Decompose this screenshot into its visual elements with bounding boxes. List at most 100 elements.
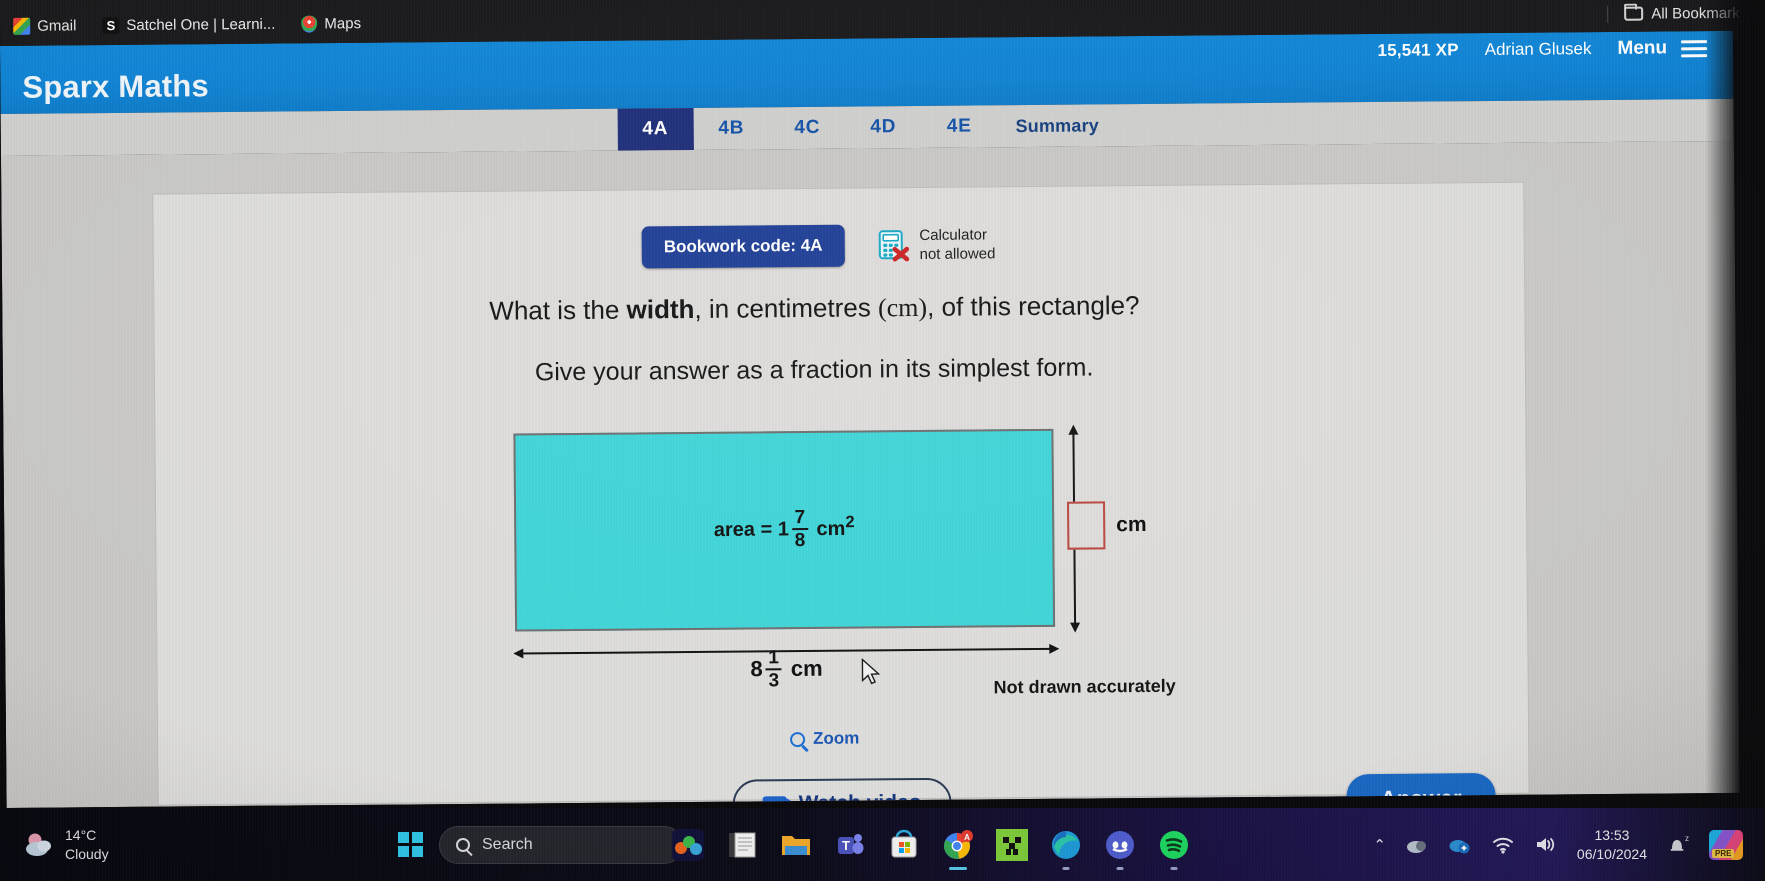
bookmark-label: Gmail xyxy=(37,17,77,35)
calculator-not-allowed-icon xyxy=(876,228,910,262)
windows-logo-icon[interactable] xyxy=(398,832,423,857)
watch-video-label: Watch video xyxy=(798,790,922,808)
calculator-notice: Calculator not allowed xyxy=(876,225,996,265)
microsoft-store-icon[interactable] xyxy=(888,829,920,861)
weather-temperature: 14°C xyxy=(65,826,97,843)
file-explorer-icon[interactable] xyxy=(780,829,812,861)
weather-widget[interactable]: 14°C Cloudy xyxy=(24,826,109,864)
area-fraction: 78 xyxy=(791,506,808,552)
zoom-label: Zoom xyxy=(812,728,860,748)
chevron-up-icon[interactable]: ⌃ xyxy=(1373,836,1386,854)
weather-condition: Cloudy xyxy=(65,845,109,862)
hamburger-icon[interactable] xyxy=(1681,39,1708,57)
cloud-icon xyxy=(24,832,54,858)
area-equals: = xyxy=(760,518,773,541)
onedrive-icon[interactable] xyxy=(1405,834,1429,855)
svg-text:T: T xyxy=(842,838,850,853)
tab-4c[interactable]: 4C xyxy=(769,107,845,150)
area-label: area = 178 cm2 xyxy=(516,507,1052,554)
folder-icon xyxy=(1624,6,1644,21)
bookmark-maps[interactable]: Maps xyxy=(288,13,374,35)
prompt-part-1: What is the xyxy=(489,294,627,326)
volume-icon[interactable] xyxy=(1534,834,1558,855)
answer-input[interactable] xyxy=(1067,501,1106,550)
tab-4b[interactable]: 4B xyxy=(693,107,769,150)
gmail-icon xyxy=(13,17,31,35)
prompt-bold-width: width xyxy=(626,293,695,325)
question-prompt: What is the width, in centimetres (cm), … xyxy=(489,290,1139,327)
bookmark-label: Satchel One | Learni... xyxy=(126,15,276,35)
wifi-icon[interactable] xyxy=(1491,834,1515,855)
question-instruction: Give your answer as a fraction in its si… xyxy=(534,353,1094,387)
prompt-unit: (cm) xyxy=(877,292,928,323)
rectangle-shape: area = 178 cm2 xyxy=(513,428,1056,632)
spotify-icon[interactable] xyxy=(1158,829,1190,861)
length-unit: cm xyxy=(790,655,823,681)
screen-bezel-right xyxy=(1705,0,1765,814)
area-denominator: 8 xyxy=(794,529,806,552)
area-exponent: 2 xyxy=(845,512,855,532)
calculator-line-2: not allowed xyxy=(919,245,996,263)
screen-photo: Gmail S Satchel One | Learni... Maps All… xyxy=(0,0,1765,881)
width-dimension-label: 813 cm xyxy=(750,647,823,692)
mario-game-icon[interactable] xyxy=(672,828,704,861)
tab-4e[interactable]: 4E xyxy=(921,105,997,148)
app-header-right: 15,541 XP Adrian Glusek Menu xyxy=(1377,37,1708,62)
copilot-pre-icon[interactable] xyxy=(1709,829,1743,860)
search-input[interactable]: Search xyxy=(439,825,683,864)
tab-4a[interactable]: 4A xyxy=(617,107,694,151)
answer-input-group[interactable]: cm xyxy=(1067,501,1147,550)
length-denominator: 3 xyxy=(768,670,780,692)
zoom-button[interactable]: Zoom xyxy=(790,729,859,750)
area-numerator: 7 xyxy=(794,506,806,529)
calculator-notice-text: Calculator not allowed xyxy=(919,225,995,265)
answer-unit-label: cm xyxy=(1116,513,1147,537)
taskbar-center: Search xyxy=(398,825,683,864)
magnifier-icon xyxy=(790,731,806,747)
notepad-icon[interactable] xyxy=(726,829,758,861)
bookmark-satchel-one[interactable]: S Satchel One | Learni... xyxy=(89,14,288,37)
weather-text: 14°C Cloudy xyxy=(65,826,109,864)
bookmark-label: Maps xyxy=(324,15,362,33)
search-icon xyxy=(456,837,470,852)
discord-icon[interactable] xyxy=(1104,829,1136,861)
bookmark-gmail[interactable]: Gmail xyxy=(0,15,89,37)
satchel-icon: S xyxy=(102,17,120,35)
xp-counter: 15,541 XP xyxy=(1377,40,1459,60)
calculator-line-1: Calculator xyxy=(919,225,987,244)
maps-pin-icon xyxy=(301,15,318,33)
video-camera-icon xyxy=(762,796,787,808)
menu-button[interactable]: Menu xyxy=(1617,37,1667,59)
user-name[interactable]: Adrian Glusek xyxy=(1485,39,1592,60)
mouse-cursor xyxy=(861,658,881,685)
minecraft-icon[interactable] xyxy=(996,828,1028,861)
clock-time: 13:53 xyxy=(1594,827,1630,844)
svg-text:z: z xyxy=(1685,834,1689,843)
microsoft-teams-icon[interactable]: T xyxy=(834,829,866,861)
length-whole: 8 xyxy=(750,656,763,682)
prompt-part-2: , in centimetres xyxy=(694,292,879,324)
area-unit: cm xyxy=(816,517,846,541)
area-whole: 1 xyxy=(777,518,790,541)
prompt-part-3: , of this rectangle? xyxy=(926,290,1140,322)
clock[interactable]: 13:53 06/10/2024 xyxy=(1577,826,1647,862)
taskbar-app-icons: T A xyxy=(672,828,1190,861)
bookwork-code-badge: Bookwork code: 4A xyxy=(641,224,845,269)
search-placeholder: Search xyxy=(482,835,533,853)
sparx-maths-app: Sparx Maths 15,541 XP Adrian Glusek Menu… xyxy=(0,30,1740,808)
svg-text:A: A xyxy=(964,833,970,842)
not-drawn-accurately-note: Not drawn accurately xyxy=(993,675,1176,698)
system-tray: ⌃ 13:53 06/10/2024 z PRE xyxy=(1373,826,1743,862)
answer-button[interactable]: Answer xyxy=(1346,772,1497,808)
watch-video-button[interactable]: Watch video xyxy=(732,777,952,808)
microsoft-edge-icon[interactable] xyxy=(1050,829,1082,861)
cloud-sync-icon[interactable] xyxy=(1448,834,1472,855)
tab-summary[interactable]: Summary xyxy=(997,104,1117,147)
tab-4d[interactable]: 4D xyxy=(845,106,921,149)
google-chrome-icon[interactable]: A xyxy=(942,829,974,861)
length-numerator: 1 xyxy=(768,647,779,669)
clock-date: 06/10/2024 xyxy=(1576,845,1647,862)
app-brand-title: Sparx Maths xyxy=(22,68,210,105)
notification-bell-icon[interactable]: z xyxy=(1666,834,1690,855)
windows-taskbar: 14°C Cloudy Search T A ⌃ 13:53 06/10/202… xyxy=(0,808,1765,881)
